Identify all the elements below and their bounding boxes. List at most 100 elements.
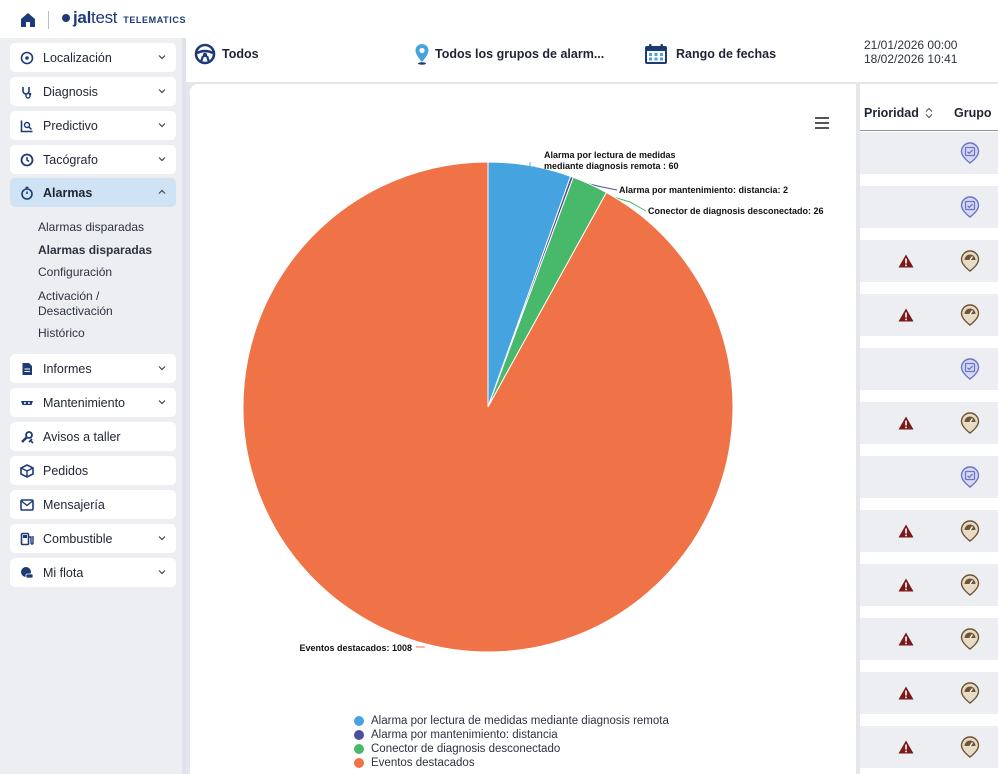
sidebar-item-mantenimiento[interactable]: Mantenimiento	[10, 388, 176, 417]
location-pin-icon	[20, 51, 34, 65]
jaltest-logo[interactable]: jaltest TELEMATICS	[62, 8, 186, 28]
sidebar-item-alarmas[interactable]: Alarmas	[10, 178, 176, 207]
stopwatch-icon	[20, 186, 34, 200]
slice-featured-events-label: Eventos destacados: 1008	[299, 643, 412, 653]
sidebar-item-tacografo[interactable]: Tacógrafo	[10, 145, 176, 174]
diagnosis-group-icon[interactable]	[960, 574, 980, 596]
diagnosis-group-icon[interactable]	[960, 520, 980, 542]
sidebar-item-localizacion[interactable]: Localización	[10, 43, 176, 72]
wrench-icon	[20, 430, 34, 444]
diagnosis-group-icon[interactable]	[960, 250, 980, 272]
calendar-group-icon[interactable]	[960, 466, 980, 488]
logo-dot-icon	[62, 14, 70, 22]
map-pin-icon	[415, 44, 429, 65]
table-row[interactable]	[860, 240, 998, 282]
table-row[interactable]	[860, 348, 998, 390]
table-row[interactable]	[860, 564, 998, 606]
sidebar-item-label: Localización	[43, 50, 112, 65]
home-icon[interactable]	[18, 10, 38, 30]
table-row[interactable]	[860, 456, 998, 498]
slice-remote-diagnosis-label: Alarma por lectura de medidas mediante di…	[544, 150, 679, 171]
sidebar-item-label: Combustible	[43, 531, 113, 546]
chevron-down-icon	[158, 366, 166, 371]
table-row[interactable]	[860, 132, 998, 174]
alarms-table: Prioridad Grupo	[860, 84, 998, 774]
fleet-icon	[20, 566, 34, 580]
legend-item-diagnosis-disconnected[interactable]: Conector de diagnosis desconectado	[354, 742, 669, 756]
sidebar-item-mensajeria[interactable]: Mensajería	[10, 490, 176, 519]
slice-featured-events[interactable]	[242, 161, 734, 653]
legend-dot-icon	[354, 744, 364, 754]
priority-header-label: Prioridad	[864, 106, 919, 120]
date-range-filter[interactable]: Rango de fechas	[644, 43, 776, 65]
calendar-group-icon[interactable]	[960, 358, 980, 380]
table-header-divider	[860, 130, 998, 131]
chevron-down-icon	[158, 570, 166, 575]
legend-dot-icon	[354, 716, 364, 726]
chevron-down-icon	[158, 55, 166, 60]
legend-label: Alarma por mantenimiento: distancia	[371, 729, 558, 741]
sidebar-item-diagnosis[interactable]: Diagnosis	[10, 77, 176, 106]
sidebar-item-pedidos[interactable]: Pedidos	[10, 456, 176, 485]
diagnosis-group-icon[interactable]	[960, 304, 980, 326]
warning-triangle-icon	[898, 740, 914, 754]
legend-item-maintenance-distance[interactable]: Alarma por mantenimiento: distancia	[354, 728, 669, 742]
submenu-alarmas-disparadas-active[interactable]: Alarmas disparadas	[38, 243, 152, 258]
calendar-group-icon[interactable]	[960, 142, 980, 164]
diagnosis-group-icon[interactable]	[960, 628, 980, 650]
table-row[interactable]	[860, 672, 998, 714]
fuel-icon	[20, 532, 34, 546]
sidebar-item-combustible[interactable]: Combustible	[10, 524, 176, 553]
calendar-group-icon[interactable]	[960, 196, 980, 218]
submenu-activacion-desactivacion[interactable]: Activación / Desactivación	[38, 289, 113, 319]
steering-wheel-icon	[194, 43, 216, 65]
sidebar-item-predictivo[interactable]: Predictivo	[10, 111, 176, 140]
diagnosis-group-icon[interactable]	[960, 736, 980, 758]
stethoscope-icon	[20, 85, 34, 99]
submenu-configuracion[interactable]: Configuración	[38, 265, 112, 280]
warning-triangle-icon	[898, 632, 914, 646]
alarm-groups-filter[interactable]: Todos los grupos de alarm...	[414, 43, 604, 65]
sidebar-item-label: Informes	[43, 361, 92, 376]
table-row[interactable]	[860, 294, 998, 336]
chevron-up-icon	[158, 189, 166, 194]
sidebar-item-label: Mantenimiento	[43, 395, 125, 410]
sidebar-item-informes[interactable]: Informes	[10, 354, 176, 383]
legend-label: Conector de diagnosis desconectado	[371, 743, 561, 755]
table-row[interactable]	[860, 402, 998, 444]
alarm-groups-filter-label: Todos los grupos de alarm...	[435, 47, 605, 61]
predictive-chart-icon	[20, 119, 34, 133]
logo-brand: jaltest	[73, 8, 118, 27]
vehicles-filter[interactable]: Todos	[194, 43, 259, 65]
package-icon	[20, 463, 34, 478]
tachograph-icon	[20, 153, 34, 167]
diagnosis-group-icon[interactable]	[960, 412, 980, 434]
warning-triangle-icon	[898, 254, 914, 268]
sidebar-item-mi-flota[interactable]: Mi flota	[10, 558, 176, 587]
table-row[interactable]	[860, 726, 998, 768]
column-header-group[interactable]: Grupo	[954, 106, 992, 120]
date-range-values[interactable]: 21/01/2026 00:00 18/02/2026 10:41	[864, 38, 957, 66]
slice-diagnosis-disconnected-label: Conector de diagnosis desconectado: 26	[648, 206, 824, 216]
warning-triangle-icon	[898, 686, 914, 700]
table-row[interactable]	[860, 618, 998, 660]
legend-item-remote-diagnosis[interactable]: Alarma por lectura de medidas mediante d…	[354, 714, 669, 728]
date-from: 21/01/2026 00:00	[864, 38, 958, 52]
table-row[interactable]	[860, 186, 998, 228]
diagnosis-group-icon[interactable]	[960, 682, 980, 704]
document-icon	[20, 362, 34, 376]
column-header-priority[interactable]: Prioridad	[864, 106, 934, 120]
sidebar-item-label: Avisos a taller	[43, 429, 121, 444]
sidebar-item-avisos-taller[interactable]: Avisos a taller	[10, 422, 176, 451]
warning-triangle-icon	[898, 578, 914, 592]
table-row[interactable]	[860, 510, 998, 552]
sort-icon	[925, 107, 933, 119]
sidebar-item-label: Mi flota	[43, 565, 84, 580]
sidebar-item-label: Alarmas	[43, 185, 93, 200]
submenu-alarmas-disparadas[interactable]: Alarmas disparadas	[38, 220, 144, 235]
chevron-down-icon	[158, 123, 166, 128]
submenu-historico[interactable]: Histórico	[38, 326, 85, 341]
pie-chart[interactable]: Alarma por lectura de medidas mediante di…	[190, 84, 856, 704]
legend-item-featured-events[interactable]: Eventos destacados	[354, 756, 669, 770]
maintenance-icon	[20, 396, 34, 410]
